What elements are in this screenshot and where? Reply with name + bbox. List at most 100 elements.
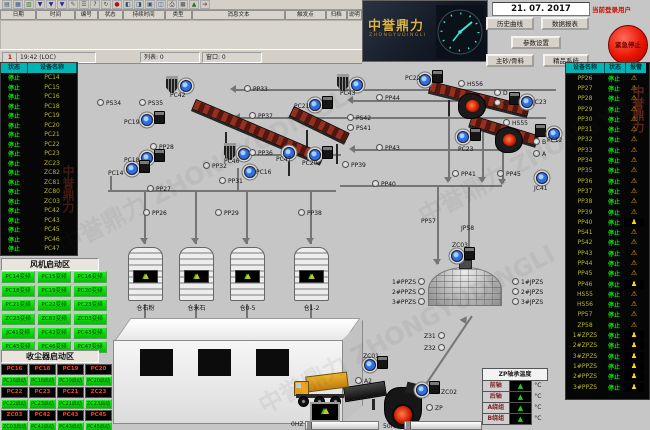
hammer-crusher-2[interactable] <box>495 127 523 153</box>
fan-vfd-button[interactable]: PC15变频 <box>37 271 71 283</box>
dust-start-button[interactable]: PC23启动 <box>29 399 56 409</box>
device-row[interactable]: PP37停止⚠ <box>566 186 649 196</box>
device-row[interactable]: 停止PC21 <box>1 130 77 140</box>
fan-vfd-button[interactable]: ZC23变频 <box>1 313 35 325</box>
alarm-column-header[interactable]: 消息文本 <box>192 10 286 20</box>
device-row[interactable]: 2#ZPZS停止♟ <box>566 341 649 351</box>
dust-start-button[interactable]: PC21启动 <box>57 399 84 409</box>
device-row[interactable]: HS56停止⚠ <box>566 300 649 310</box>
fan-icon[interactable] <box>521 96 533 108</box>
refresh-icon[interactable]: ↻ <box>101 0 111 9</box>
fan-vfd-button[interactable]: PC23变频 <box>73 299 107 311</box>
alarm-column-header[interactable]: 说明 <box>347 10 362 20</box>
device-row[interactable]: 停止PC23 <box>1 149 77 159</box>
motor-icon[interactable] <box>432 70 443 83</box>
fan-icon[interactable] <box>364 359 376 371</box>
fan-vfd-button[interactable]: PC14变频 <box>1 271 35 283</box>
fan-vfd-button[interactable]: ZC82变频 <box>37 313 71 325</box>
fan-vfd-button[interactable]: PC16变频 <box>73 271 107 283</box>
device-row[interactable]: HS55停止⚠ <box>566 289 649 299</box>
fan-icon[interactable] <box>141 114 153 126</box>
dome-storage[interactable] <box>428 267 502 306</box>
device-row[interactable]: 3#ZPZS停止♟ <box>566 351 649 361</box>
edit-icon[interactable]: ✎ <box>68 0 78 9</box>
fan-icon[interactable] <box>419 74 431 86</box>
device-row[interactable]: 停止ZC03 <box>1 197 77 207</box>
motor-icon[interactable] <box>322 96 333 109</box>
motor-icon[interactable] <box>535 124 546 137</box>
record-icon[interactable]: ● <box>112 0 122 9</box>
alarm-column-header[interactable]: 日期 <box>0 10 36 20</box>
screen-conveyor-2[interactable] <box>289 106 350 143</box>
device-row[interactable]: 停止PC47 <box>1 244 77 254</box>
filter-down-icon[interactable]: ▼ <box>35 0 45 9</box>
exit-icon[interactable]: ➔ <box>200 0 210 9</box>
device-row[interactable]: PP36停止⚠ <box>566 176 649 186</box>
dust-start-button[interactable]: ZC23启动 <box>85 399 112 409</box>
alarm-column-header[interactable]: 持续时间 <box>123 10 165 20</box>
fan-vfd-button[interactable]: JC41变频 <box>1 327 35 339</box>
grid-icon[interactable]: ▣ <box>145 0 155 9</box>
dust-start-button[interactable]: PC20启动 <box>85 376 112 386</box>
device-row[interactable]: 停止ZC23 <box>1 159 77 169</box>
dust-start-button[interactable]: ZC03启动 <box>1 422 28 430</box>
fan-vfd-button[interactable]: PC20变频 <box>73 285 107 297</box>
fan-icon[interactable] <box>416 384 428 396</box>
fan-vfd-button[interactable]: PC18变频 <box>1 285 35 297</box>
fan-icon[interactable] <box>451 250 463 262</box>
product-silo[interactable]: ▲▲仓石粉 <box>128 247 163 301</box>
fan-icon[interactable] <box>457 131 469 143</box>
fan-icon[interactable] <box>126 163 138 175</box>
window-icon[interactable]: ◫ <box>156 0 166 9</box>
dust-start-button[interactable]: PC18启动 <box>29 376 56 386</box>
alarm-column-header[interactable]: 时间 <box>36 10 74 20</box>
filter-down3-icon[interactable]: ▼ <box>57 0 67 9</box>
dust-start-button[interactable]: PC16启动 <box>1 376 28 386</box>
alarm-list-area[interactable] <box>0 20 363 50</box>
device-row[interactable]: 2#PPZS停止♟ <box>566 372 649 382</box>
device-row[interactable]: 停止PC14 <box>1 73 77 83</box>
alarm-column-header[interactable]: 编号 <box>75 10 98 20</box>
dust-start-button[interactable]: PC19启动 <box>57 376 84 386</box>
main-aggregate-button[interactable]: 主砂/骨料 <box>486 54 534 67</box>
product-silo[interactable]: ▲▲仓1-2 <box>294 247 329 301</box>
print-icon[interactable]: ⎙ <box>167 0 177 9</box>
product-silo[interactable]: ▲▲仓0-5 <box>230 247 265 301</box>
device-row[interactable]: PP28停止⚠ <box>566 94 649 104</box>
device-row[interactable]: PP27停止⚠ <box>566 83 649 93</box>
fan-icon[interactable] <box>244 166 256 178</box>
filter-down2-icon[interactable]: ▼ <box>46 0 56 9</box>
dust-start-button[interactable]: PC43启动 <box>57 422 84 430</box>
device-row[interactable]: 停止PC43 <box>1 216 77 226</box>
fan-vfd-button[interactable]: PC22变频 <box>37 299 71 311</box>
fan-vfd-button[interactable]: PC43变频 <box>73 327 107 339</box>
device-row[interactable]: 停止PC15 <box>1 83 77 93</box>
fan-vfd-button[interactable]: PC21变频 <box>1 299 35 311</box>
sort-icon[interactable]: ▲ <box>189 0 199 9</box>
device-row[interactable]: PP31停止⚠ <box>566 124 649 134</box>
device-row[interactable]: 停止ZC80 <box>1 187 77 197</box>
motor-icon[interactable] <box>322 146 333 159</box>
table-icon[interactable]: ▦ <box>13 0 23 9</box>
parameter-settings-button[interactable]: 参数设置 <box>511 36 561 49</box>
alarm-column-header[interactable]: 触发点 <box>285 10 325 20</box>
device-row[interactable]: 停止PC42 <box>1 206 77 216</box>
emergency-stop-button[interactable]: 紧急停止 <box>608 25 648 65</box>
device-row[interactable]: PP29停止⚠ <box>566 104 649 114</box>
pane-right-icon[interactable]: ◨ <box>134 0 144 9</box>
device-row[interactable]: 停止ZC81 <box>1 178 77 188</box>
alarm-column-header[interactable]: 归档 <box>326 10 347 20</box>
device-row[interactable]: 停止PC16 <box>1 92 77 102</box>
device-row[interactable]: 停止PC20 <box>1 121 77 131</box>
device-row[interactable]: PP32停止⚠ <box>566 135 649 145</box>
motor-icon[interactable] <box>509 92 520 105</box>
hammer-crusher-1[interactable] <box>458 93 486 119</box>
fan-vfd-button[interactable]: ZC03变频 <box>73 313 107 325</box>
alarm-column-header[interactable]: 状态 <box>98 10 123 20</box>
device-row[interactable]: PP39停止⚠ <box>566 207 649 217</box>
device-row[interactable]: 停止PC46 <box>1 235 77 245</box>
device-row[interactable]: 停止PC22 <box>1 140 77 150</box>
history-curve-button[interactable]: 历史曲线 <box>486 17 534 30</box>
hopper-icon[interactable] <box>166 76 178 93</box>
help-icon[interactable]: ? <box>90 0 100 9</box>
